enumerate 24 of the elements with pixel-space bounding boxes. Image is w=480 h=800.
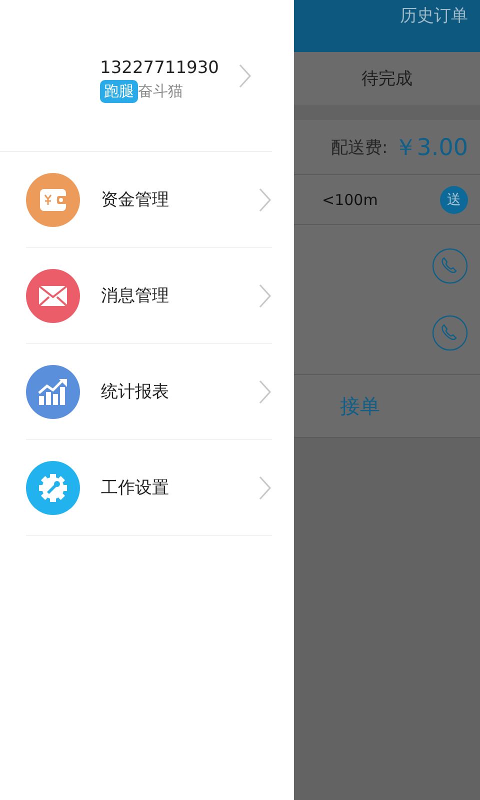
phone-number: 13227711930 (100, 58, 220, 78)
chevron-icon (258, 282, 272, 308)
role-badge: 跑腿 (100, 80, 138, 103)
history-orders-link[interactable]: 历史订单 (400, 4, 468, 27)
phone-icon[interactable] (432, 314, 468, 351)
wallet-icon (26, 172, 80, 226)
menu-item[interactable]: 消息管理 (26, 248, 272, 344)
phone-icon[interactable] (432, 248, 468, 284)
mail-icon (26, 268, 80, 322)
settings-icon (26, 460, 80, 514)
chevron-icon (258, 186, 272, 212)
menu-item[interactable]: 工作设置 (26, 440, 272, 536)
menu-item[interactable]: 统计报表 (26, 344, 272, 440)
chevron-icon (258, 378, 272, 404)
chevron-icon (258, 474, 272, 500)
fee-label: 配送费: (331, 136, 388, 158)
user-name: 奋斗猫 (138, 82, 183, 101)
delivery-badge: 送 (440, 186, 468, 214)
menu-item[interactable]: 资金管理 (26, 152, 272, 248)
distance-text: <100m (322, 190, 379, 208)
fee-value: ￥3.00 (394, 134, 468, 162)
chevron-icon (238, 62, 252, 88)
chart-icon (26, 364, 80, 418)
profile-item[interactable]: 13227711930 跑腿 奋斗猫 (0, 0, 272, 152)
